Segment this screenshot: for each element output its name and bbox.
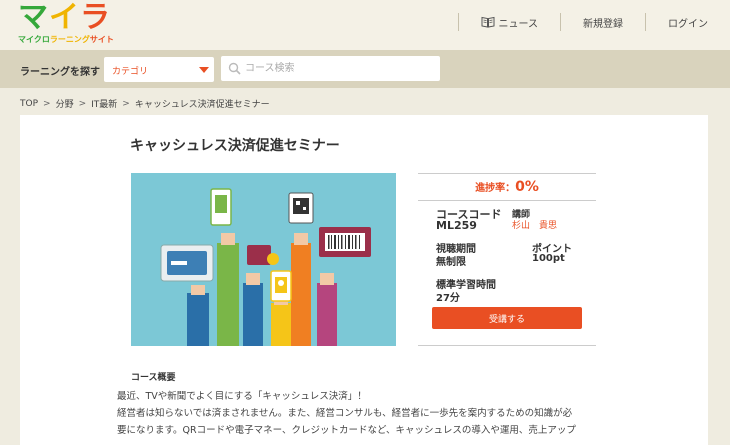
nav-login-label: ログイン [668, 15, 708, 30]
points-value: 100pt [532, 253, 565, 264]
chevron-right-icon: > [79, 99, 87, 109]
breadcrumb-top[interactable]: TOP [20, 99, 38, 109]
caret-down-icon [199, 67, 209, 73]
breadcrumb-field[interactable]: 分野 [56, 97, 74, 110]
nav-news-label: ニュース [499, 15, 539, 30]
viewing-period-value: 無制限 [436, 253, 466, 268]
search-icon [228, 62, 241, 75]
progress-value: 0% [515, 179, 539, 195]
overview-line: 最近、TVや新聞でよく目にする「キャッシュレス決済」！ [117, 388, 612, 405]
nav-signup-label: 新規登録 [583, 15, 623, 30]
tagline-part-2: ラーニング [50, 35, 90, 44]
overview-line: 要になります。QRコードや電子マネー、クレジットカードなど、キャッシュレスの導入… [117, 422, 612, 439]
course-code-value: ML259 [436, 219, 477, 232]
course-search-input[interactable] [221, 56, 440, 81]
category-select[interactable]: カテゴリ [104, 57, 214, 82]
overview-line: 経営者は知らないでは済まされません。また、経営コンサルも、経営者に一歩先を案内す… [117, 405, 612, 422]
logo-char-2: イ [49, 0, 80, 35]
logo-char-3: ラ [80, 0, 111, 35]
header-nav: ニュース 新規登録 ログイン [458, 13, 730, 31]
course-card: キャッシュレス決済促進セミナー [20, 115, 708, 445]
site-header: マイラ マイクロラーニングサイト ニュース 新規登録 ログイン [0, 0, 730, 50]
nav-login-link[interactable]: ログイン [645, 13, 730, 31]
course-title: キャッシュレス決済促進セミナー [130, 135, 340, 155]
breadcrumb-it-latest[interactable]: IT最新 [91, 97, 117, 110]
tagline-part-1: マイクロ [18, 35, 50, 44]
progress-label: 進捗率： [475, 183, 515, 194]
breadcrumb: TOP > 分野 > IT最新 > キャッシュレス決済促進セミナー [20, 97, 270, 110]
logo-tagline: マイクロラーニングサイト [18, 35, 114, 45]
study-time-value: 27分 [436, 289, 460, 304]
course-illustration [131, 173, 396, 346]
instructor-name[interactable]: 杉山 貴思 [512, 218, 557, 231]
site-logo[interactable]: マイラ マイクロラーニングサイト [18, 2, 114, 45]
panel-divider [418, 345, 596, 346]
tagline-part-3: サイト [90, 35, 114, 44]
nav-news-link[interactable]: ニュース [458, 13, 561, 31]
chevron-right-icon: > [122, 99, 130, 109]
nav-signup-link[interactable]: 新規登録 [560, 13, 645, 31]
overview-text: 最近、TVや新聞でよく目にする「キャッシュレス決済」！ 経営者は知らないでは済ま… [117, 388, 612, 439]
logo-char-1: マ [18, 0, 49, 35]
book-icon [481, 16, 495, 28]
search-label: ラーニングを探す [20, 63, 100, 78]
enroll-button[interactable]: 受講する [432, 307, 582, 329]
progress-row: 進捗率：0% [418, 173, 596, 201]
logo-wordmark: マイラ [18, 2, 114, 34]
breadcrumb-current: キャッシュレス決済促進セミナー [135, 97, 270, 110]
category-value: カテゴリ [112, 64, 148, 77]
overview-heading: コース概要 [131, 370, 176, 383]
course-info-panel: 進捗率：0% コースコード ML259 講師 杉山 貴思 視聴期間 無制限 ポイ… [418, 173, 596, 201]
chevron-right-icon: > [43, 99, 51, 109]
